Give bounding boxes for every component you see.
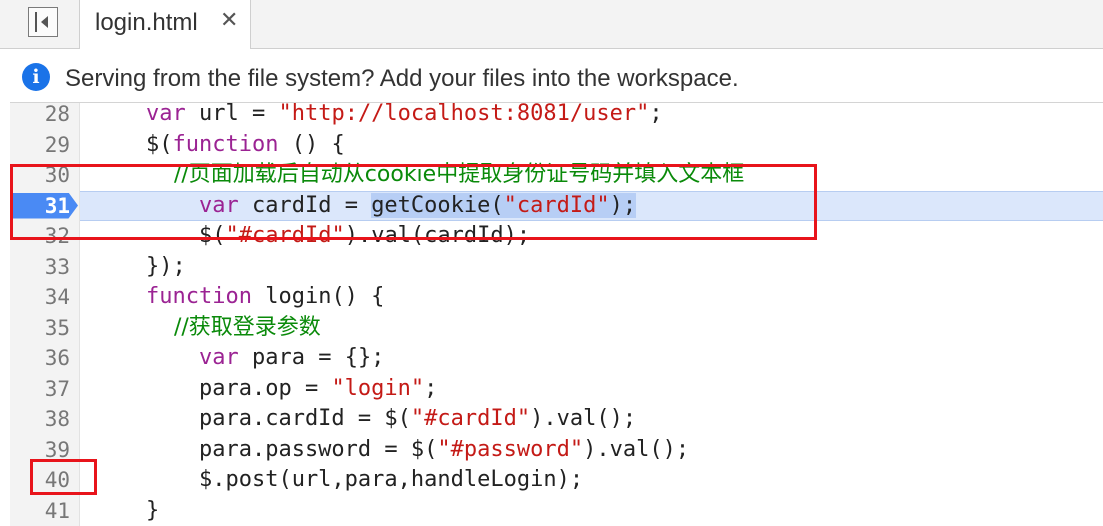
code-text: });	[146, 252, 186, 282]
line-number[interactable]: 37	[10, 374, 70, 404]
line-number[interactable]: 28	[10, 103, 70, 129]
code-token: $(	[146, 131, 173, 157]
code-token: ).val();	[583, 436, 690, 462]
code-token: url =	[185, 103, 279, 126]
line-number[interactable]: 33	[10, 252, 70, 282]
code-token: ;	[424, 375, 438, 401]
info-message: Serving from the file system? Add your f…	[65, 65, 739, 92]
sidebar-toggle-icon[interactable]	[28, 7, 58, 37]
code-token: "http://localhost:8081/user"	[278, 103, 650, 126]
line-number[interactable]: 41	[10, 496, 70, 526]
code-text: }	[146, 496, 159, 526]
code-token: );	[609, 192, 637, 218]
code-token: para.op =	[146, 375, 332, 401]
line-number[interactable]: 35	[10, 313, 70, 343]
toggle-bar	[35, 12, 37, 32]
code-line: 37 para.op = "login";	[10, 374, 1103, 404]
code-token: getCookie(	[371, 192, 504, 218]
code-token: var	[198, 192, 239, 218]
code-line: 32 $("#cardId").val(cardId);	[10, 221, 1103, 251]
line-number[interactable]: 40	[10, 465, 70, 495]
workspace-info-bar: i Serving from the file system? Add your…	[10, 57, 1103, 103]
code-editor[interactable]: 28 var url = "http://localhost:8081/user"…	[10, 103, 1103, 526]
code-token: para.cardId = $(	[146, 406, 411, 431]
line-number[interactable]: 39	[10, 435, 70, 465]
code-token: function	[146, 284, 252, 309]
tab-login-html[interactable]: login.html ✕	[79, 0, 251, 49]
code-token: para.password = $(	[146, 436, 438, 462]
code-token: cardId =	[238, 192, 372, 218]
code-token: ;	[649, 103, 663, 126]
code-token: $(	[146, 223, 226, 248]
code-line: 30 //页面加载后自动从cookie中提取身份证号码并填入文本框	[10, 160, 1103, 190]
code-text: para.cardId = $("#cardId").val();	[146, 404, 636, 434]
code-line: 36 var para = {};	[10, 343, 1103, 373]
line-number[interactable]: 36	[10, 343, 70, 373]
code-token: "cardId"	[503, 192, 610, 218]
code-line: 35 //获取登录参数	[10, 313, 1103, 343]
code-token: }	[146, 497, 160, 523]
code-text: function login() {	[146, 282, 384, 312]
code-text: para.password = $("#password").val();	[146, 435, 689, 465]
code-token: "#cardId"	[410, 406, 531, 431]
code-line: 38 para.cardId = $("#cardId").val();	[10, 404, 1103, 434]
line-number[interactable]: 31	[10, 191, 70, 221]
code-text: $("#cardId").val(cardId);	[146, 221, 530, 251]
code-token: "#password"	[437, 436, 584, 462]
code-token: var	[198, 345, 239, 370]
code-token: var	[146, 103, 186, 126]
code-text: para.op = "login";	[146, 374, 437, 404]
code-text: //获取登录参数	[146, 313, 321, 343]
code-line: 29 $(function () {	[10, 130, 1103, 160]
code-token: //获取登录参数	[146, 314, 321, 340]
code-token: para = {};	[238, 345, 385, 370]
editor-tab-bar: login.html ✕	[0, 0, 1103, 49]
code-text: var para = {};	[146, 343, 384, 373]
code-line: 33});	[10, 252, 1103, 282]
code-line: 39 para.password = $("#password").val();	[10, 435, 1103, 465]
code-text: var cardId = getCookie("cardId");	[146, 191, 637, 221]
code-token: () {	[278, 131, 345, 157]
tab-label: login.html	[95, 9, 198, 36]
code-line: 34 function login() {	[10, 282, 1103, 312]
code-text: $(function () {	[146, 130, 345, 160]
code-text: //页面加载后自动从cookie中提取身份证号码并填入文本框	[146, 160, 744, 190]
code-text: var url = "http://localhost:8081/user";	[146, 103, 663, 129]
code-token: ).val();	[530, 406, 637, 431]
code-line: 41}	[10, 496, 1103, 526]
code-token: "#cardId"	[225, 223, 345, 248]
code-token: "login"	[331, 375, 425, 401]
code-token: });	[146, 253, 186, 279]
code-token: login() {	[251, 284, 385, 309]
line-number[interactable]: 34	[10, 282, 70, 312]
code-line: 31 var cardId = getCookie("cardId");	[10, 190, 1103, 221]
code-token: function	[172, 131, 279, 157]
line-number[interactable]: 32	[10, 221, 70, 251]
line-number[interactable]: 38	[10, 404, 70, 434]
code-token: //页面加载后自动从cookie中提取身份证号码并填入文本框	[146, 162, 745, 187]
line-number[interactable]: 29	[10, 130, 70, 160]
code-line: 28 var url = "http://localhost:8081/user"…	[10, 103, 1103, 129]
toggle-arrow	[41, 16, 48, 28]
code-text: $.post(url,para,handleLogin);	[146, 465, 583, 495]
code-line: 40 $.post(url,para,handleLogin);	[10, 465, 1103, 495]
code-token: ).val(cardId);	[344, 223, 531, 248]
code-token: $.post(url,para,handleLogin);	[146, 467, 584, 492]
info-icon: i	[22, 63, 50, 91]
line-number[interactable]: 30	[10, 160, 70, 190]
close-icon[interactable]: ✕	[220, 8, 238, 33]
